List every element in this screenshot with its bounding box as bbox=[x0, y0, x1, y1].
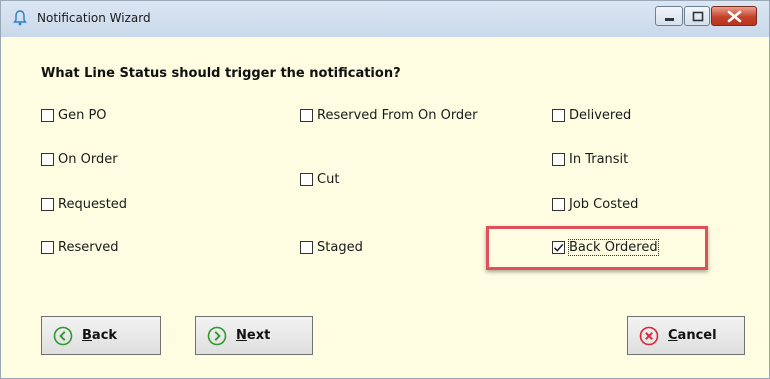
close-button[interactable] bbox=[711, 6, 757, 26]
checkbox-requested[interactable]: Requested bbox=[41, 197, 127, 212]
question-heading: What Line Status should trigger the noti… bbox=[41, 66, 401, 81]
checkbox-box[interactable] bbox=[41, 109, 54, 122]
checkbox-box[interactable] bbox=[552, 198, 565, 211]
minimize-button[interactable] bbox=[655, 6, 683, 26]
checkbox-label: Reserved From On Order bbox=[317, 108, 478, 123]
cancel-button[interactable]: Cancel bbox=[627, 316, 745, 355]
checkbox-label: Cut bbox=[317, 172, 340, 187]
bell-icon bbox=[13, 10, 27, 26]
checkbox-box[interactable] bbox=[300, 241, 313, 254]
cancel-label: Cancel bbox=[668, 328, 717, 343]
checkbox-box[interactable] bbox=[300, 173, 313, 186]
checkbox-box[interactable] bbox=[41, 198, 54, 211]
checkbox-reserved[interactable]: Reserved bbox=[41, 240, 119, 255]
back-label: Back bbox=[82, 328, 118, 343]
checkbox-label: On Order bbox=[58, 152, 118, 167]
checkbox-label: In Transit bbox=[569, 152, 629, 167]
maximize-button[interactable] bbox=[684, 6, 710, 26]
checkbox-label: Reserved bbox=[58, 240, 119, 255]
notification-wizard-window: Notification Wizard What Line Status sho… bbox=[0, 0, 770, 379]
chevron-right-circle-icon bbox=[207, 326, 227, 345]
minimize-icon bbox=[665, 18, 674, 21]
checkbox-on-order[interactable]: On Order bbox=[41, 152, 118, 167]
chevron-left-circle-icon bbox=[53, 326, 73, 345]
checkbox-in-transit[interactable]: In Transit bbox=[552, 152, 628, 167]
checkbox-box[interactable] bbox=[300, 109, 313, 122]
next-label: Next bbox=[236, 328, 271, 343]
back-button[interactable]: Back bbox=[41, 316, 161, 355]
title-bar: Notification Wizard bbox=[1, 1, 769, 37]
highlight-box bbox=[486, 226, 708, 270]
checkbox-reserved-from-on-order[interactable]: Reserved From On Order bbox=[300, 108, 478, 123]
checkbox-staged[interactable]: Staged bbox=[300, 240, 363, 255]
checkbox-label: Requested bbox=[58, 197, 128, 212]
checkbox-job-costed[interactable]: Job Costed bbox=[552, 197, 638, 212]
x-circle-icon bbox=[639, 326, 659, 345]
maximize-icon bbox=[692, 11, 704, 22]
checkbox-cut[interactable]: Cut bbox=[300, 172, 339, 187]
close-icon bbox=[727, 10, 742, 23]
checkbox-label: Job Costed bbox=[569, 197, 639, 212]
checkbox-box[interactable] bbox=[41, 153, 54, 166]
checkbox-label: Delivered bbox=[569, 108, 632, 123]
checkbox-label: Staged bbox=[317, 240, 363, 255]
next-button[interactable]: Next bbox=[195, 316, 313, 355]
checkbox-label: Gen PO bbox=[58, 108, 107, 123]
checkbox-gen-po[interactable]: Gen PO bbox=[41, 108, 107, 123]
window-title: Notification Wizard bbox=[37, 11, 151, 25]
checkbox-box[interactable] bbox=[41, 241, 54, 254]
checkbox-box[interactable] bbox=[552, 109, 565, 122]
checkbox-box[interactable] bbox=[552, 153, 565, 166]
checkbox-delivered[interactable]: Delivered bbox=[552, 108, 631, 123]
